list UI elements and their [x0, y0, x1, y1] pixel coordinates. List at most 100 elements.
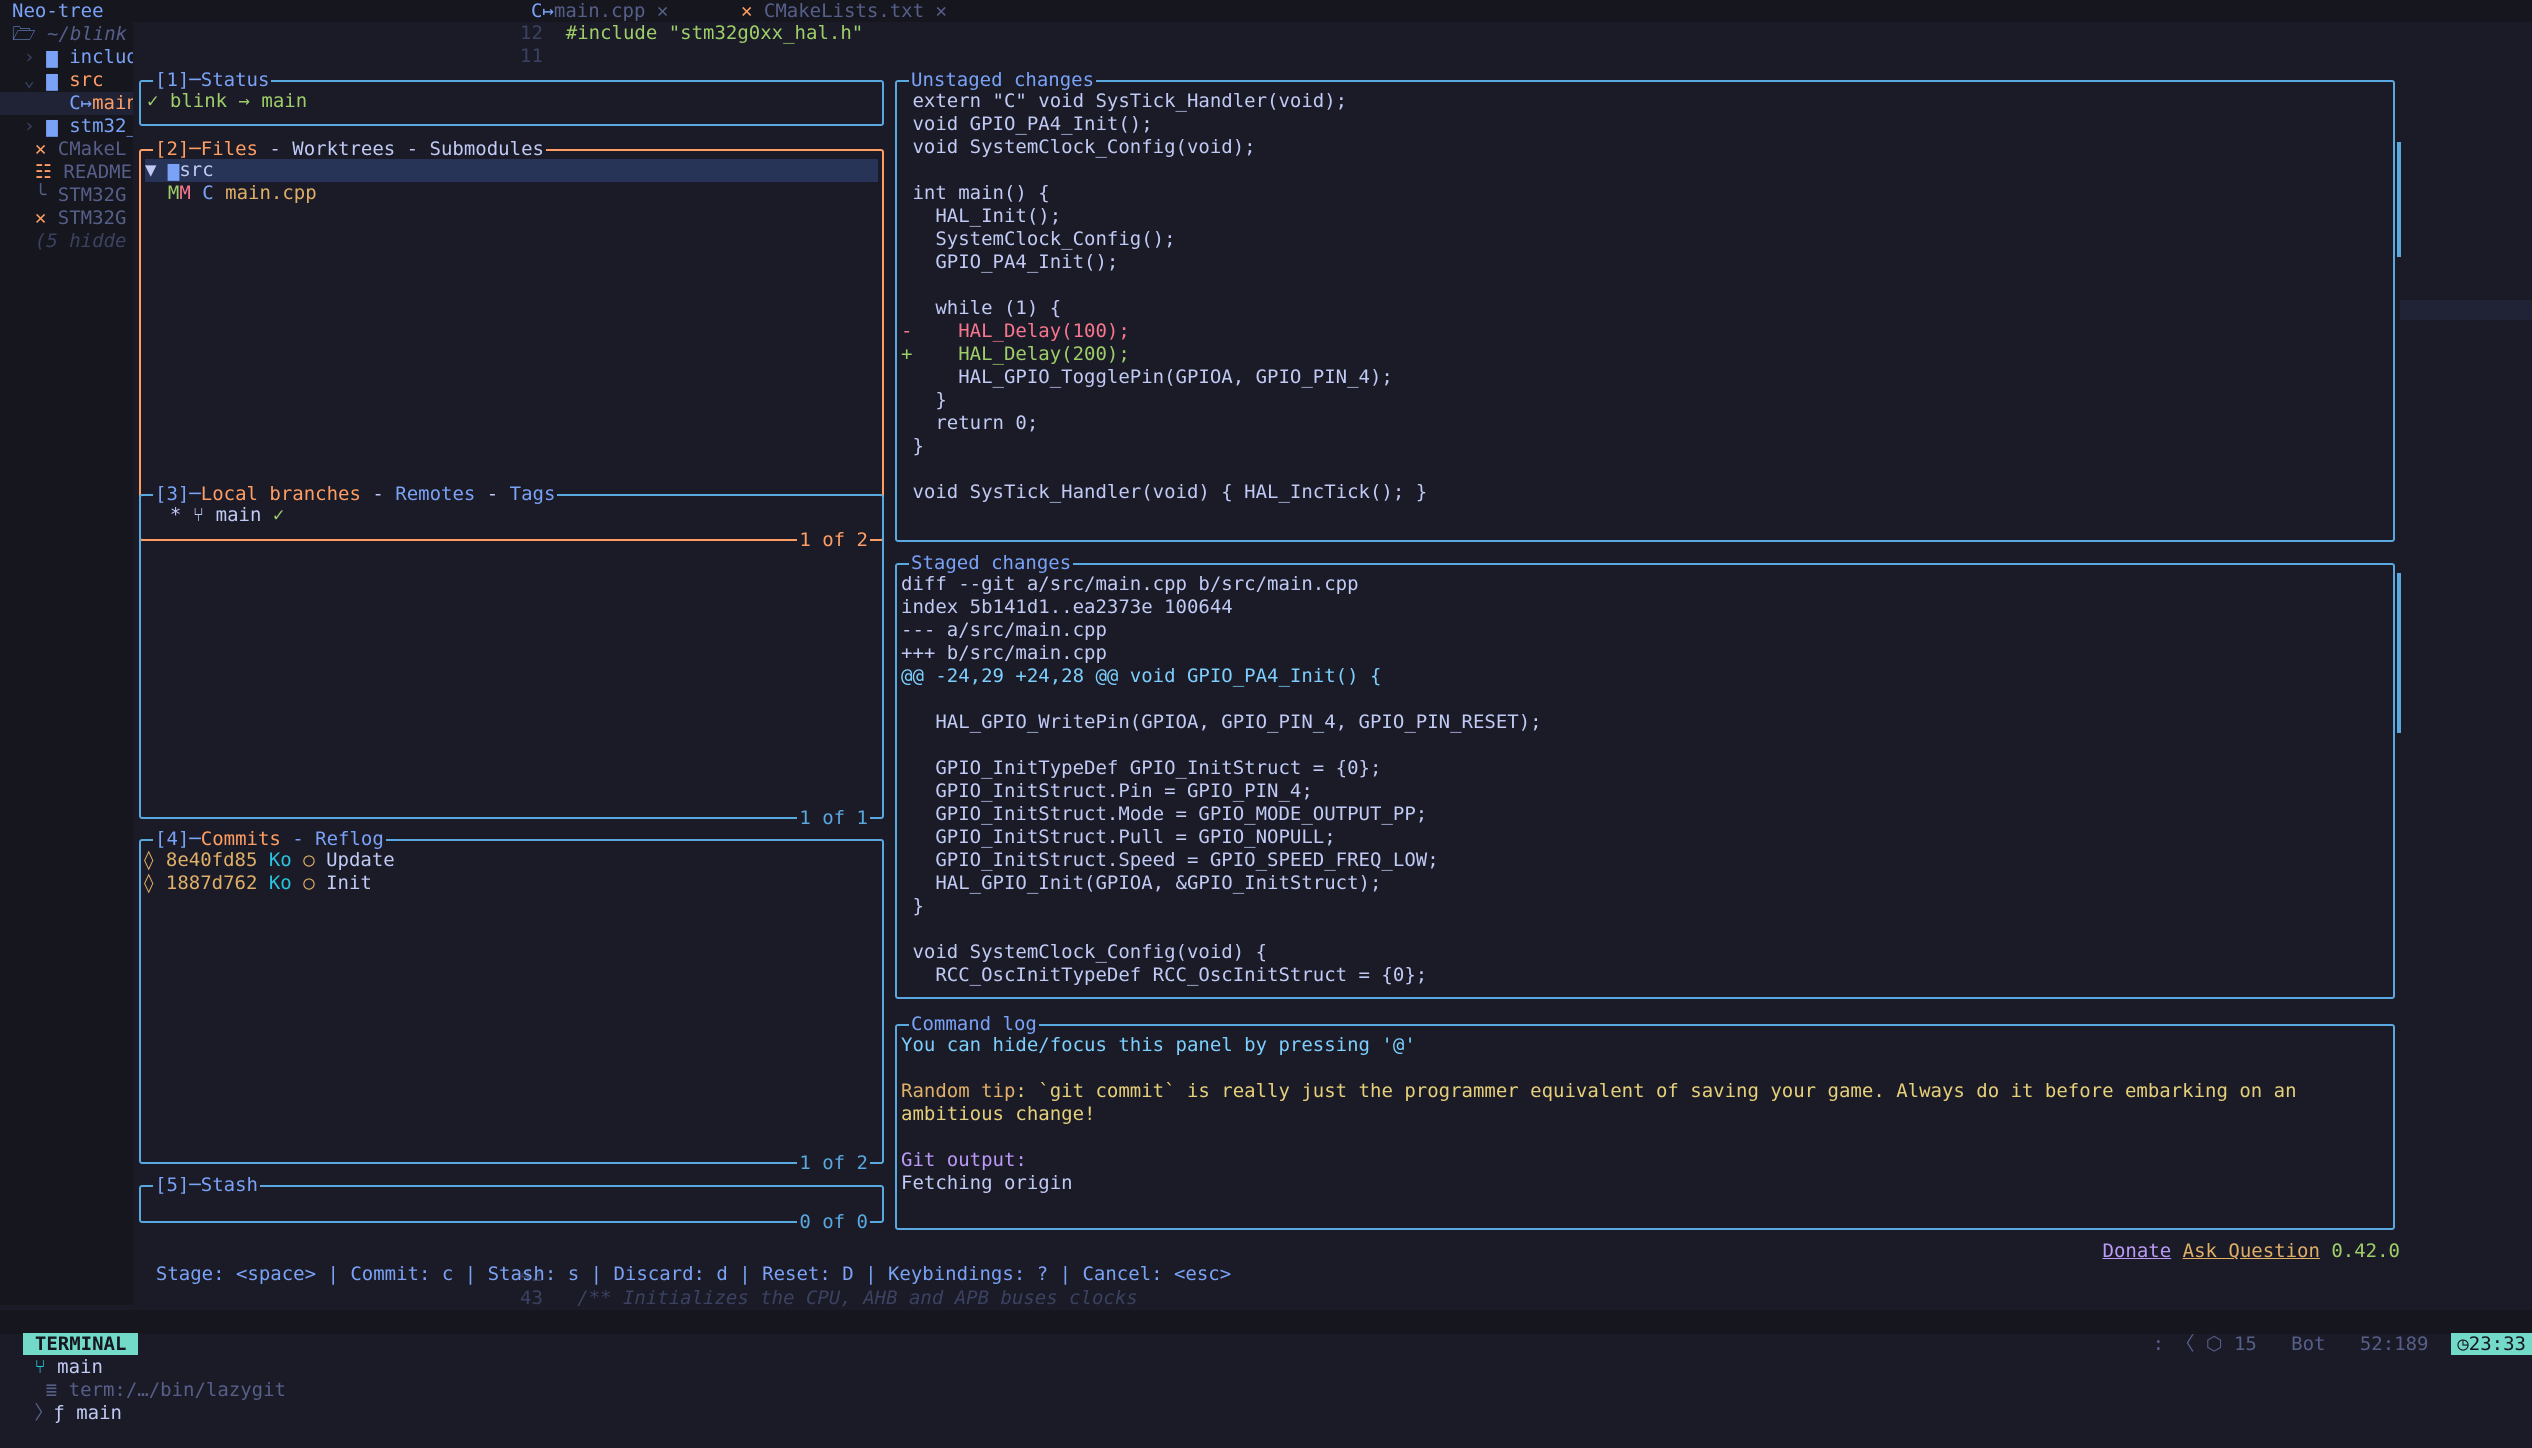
diff-line: int main() {	[901, 182, 1050, 204]
tab-main-cpp[interactable]: C↦main.cpp ✕	[523, 0, 676, 22]
function-icon: ƒ	[53, 1402, 77, 1424]
diff-line: --- a/src/main.cpp	[901, 619, 1107, 641]
status-panel[interactable]: [1]─Status ✓ blink → main	[139, 69, 884, 126]
commit-graph-icon: ◊	[143, 849, 166, 871]
command-log-panel[interactable]: Command log You can hide/focus this pane…	[895, 1013, 2395, 1230]
staged-changes-panel[interactable]: Staged changes diff --git a/src/main.cpp…	[895, 552, 2401, 999]
clock: ◷23:33	[2451, 1333, 2532, 1355]
file-icon: ╰	[34, 184, 58, 206]
sidebar-item-stm32[interactable]: › ▆ stm32_	[0, 115, 133, 138]
sidebar-item-include[interactable]: › ▆ include	[0, 46, 133, 69]
package-icon: ⬡	[2205, 1333, 2234, 1355]
sidebar-item-stm32g-2[interactable]: ✕ STM32G	[0, 207, 133, 230]
commit-row[interactable]: ◊ 1887d762 Ko ○ Init	[143, 872, 876, 895]
cpp-icon: C↦	[531, 0, 554, 22]
diff-line: GPIO_PA4_Init();	[901, 251, 1119, 273]
unstaged-diff: extern "C" void SysTick_Handler(void); v…	[901, 90, 2387, 534]
position-word: Bot	[2291, 1333, 2326, 1355]
diff-line: void GPIO_PA4_Init();	[901, 113, 1153, 135]
commits-panel-footer: 1 of 2	[797, 1152, 870, 1175]
branches-panel[interactable]: [3]─Local branches - Remotes - Tags * ⑂ …	[139, 483, 884, 830]
diff-line: - HAL_Delay(100);	[901, 320, 1130, 342]
commit-graph-icon: ◊	[143, 872, 166, 894]
donate-link[interactable]: Donate	[2103, 1240, 2172, 1262]
editor-tabbar: C↦main.cpp ✕ ✕ CMakeLists.txt ✕	[133, 0, 2532, 22]
cpp-file-icon: C↦	[69, 92, 93, 114]
cmake-icon: ✕	[741, 0, 764, 22]
diff-line: RCC_OscInitTypeDef RCC_OscInitStruct = {…	[901, 964, 1428, 986]
diff-line: +++ b/src/main.cpp	[901, 642, 1107, 664]
cpp-icon: C	[202, 182, 226, 204]
file-tree-row-main-cpp[interactable]: MM C main.cpp	[145, 182, 878, 205]
diff-line: void SysTick_Handler(void) { HAL_IncTick…	[901, 481, 1428, 503]
editor-line: 12 #include "stm32g0xx_hal.h"	[520, 22, 864, 44]
unstaged-panel-title: Unstaged changes	[909, 69, 1097, 92]
sidebar-item-cmakelists[interactable]: ✕ CMakeL	[0, 138, 133, 161]
ask-question-link[interactable]: Ask Question	[2183, 1240, 2320, 1262]
close-icon[interactable]: ✕	[657, 0, 668, 22]
folder-icon: ▆	[167, 159, 180, 181]
diff-line: HAL_GPIO_TogglePin(GPIOA, GPIO_PIN_4);	[901, 366, 1393, 388]
tab-cmakelists[interactable]: ✕ CMakeLists.txt ✕	[733, 0, 955, 22]
diff-line: diff --git a/src/main.cpp b/src/main.cpp	[901, 573, 1359, 595]
branches-panel-title: [3]─Local branches - Remotes - Tags	[153, 483, 558, 506]
folder-icon: ▆	[46, 46, 70, 68]
commit-row[interactable]: ◊ 8e40fd85 Ko ○ Update	[143, 849, 876, 872]
diagnostic-count: 15	[2233, 1333, 2257, 1355]
lazygit-window: [1]─Status ✓ blink → main [2]─Files - Wo…	[133, 68, 2401, 1270]
current-function: main	[76, 1402, 122, 1424]
diff-line: HAL_Init();	[901, 205, 1062, 227]
diff-line: SystemClock_Config();	[901, 228, 1176, 250]
file-tree-row-src[interactable]: ▼ ▆src	[145, 159, 878, 182]
sidebar-item-main[interactable]: C↦main	[0, 92, 133, 115]
editor-line: 11	[520, 45, 543, 67]
status-panel-title: [1]─Status	[153, 69, 272, 92]
status-content: ✓ blink → main	[147, 90, 308, 112]
current-file: term:/…/bin/lazygit	[68, 1379, 286, 1401]
folder-open-icon: 🗁	[12, 23, 47, 45]
diff-line: HAL_GPIO_WritePin(GPIOA, GPIO_PIN_4, GPI…	[901, 711, 1542, 733]
commits-panel-title: [4]─Commits - Reflog	[153, 828, 386, 851]
editor-cursorline	[2400, 300, 2532, 320]
commits-panel[interactable]: [4]─Commits - Reflog ◊ 8e40fd85 Ko ○ Upd…	[139, 828, 884, 1175]
branch-row-main[interactable]: * ⑂ main ✓	[147, 504, 876, 527]
close-icon[interactable]: ✕	[936, 0, 947, 22]
random-tip: Random tip: `git commit` is really just …	[901, 1080, 2297, 1102]
diff-line	[901, 688, 2387, 711]
cursor-position: 52:189	[2359, 1333, 2429, 1355]
cmake-icon: ✕	[34, 138, 58, 160]
diff-line	[901, 274, 2387, 297]
command-log-title: Command log	[909, 1013, 1039, 1036]
random-tip-cont: ambitious change!	[901, 1103, 1096, 1125]
markdown-icon: ☷	[34, 161, 64, 183]
diff-line: }	[901, 895, 924, 917]
diff-line: while (1) {	[901, 297, 1062, 319]
diff-line: extern "C" void SysTick_Handler(void);	[901, 90, 1348, 112]
sidebar-root[interactable]: 🗁 ~/blink	[0, 23, 133, 46]
staged-scrollbar[interactable]	[2397, 573, 2401, 733]
branch-icon: ⑂	[22, 1356, 58, 1378]
git-output-label: Git output:	[901, 1149, 1027, 1171]
diff-line: GPIO_InitStruct.Mode = GPIO_MODE_OUTPUT_…	[901, 803, 1428, 825]
diff-line: HAL_GPIO_Init(GPIOA, &GPIO_InitStruct);	[901, 872, 1382, 894]
cmake-icon: ✕	[34, 207, 58, 229]
sidebar-item-src[interactable]: ⌄ ▆ src	[0, 69, 133, 92]
unstaged-scrollbar[interactable]	[2397, 142, 2401, 257]
branch-icon: ⑂	[192, 504, 205, 526]
diff-line: GPIO_InitStruct.Pull = GPIO_NOPULL;	[901, 826, 1336, 848]
keybindings-text: Stage: <space> | Commit: c | Stash: s | …	[155, 1263, 1232, 1285]
stash-panel[interactable]: [5]─Stash 0 of 0	[139, 1174, 884, 1234]
diff-line	[901, 458, 2387, 481]
commit-node-icon: ○	[303, 849, 315, 871]
sidebar-item-readme[interactable]: ☷ README	[0, 161, 133, 184]
branches-panel-footer: 1 of 1	[797, 807, 870, 830]
unstaged-changes-panel[interactable]: Unstaged changes extern "C" void SysTick…	[895, 69, 2401, 542]
version-label: 0.42.0	[2331, 1240, 2400, 1262]
sidebar-hidden-count: (5 hidde	[34, 230, 127, 252]
stash-panel-footer: 0 of 0	[797, 1211, 870, 1234]
neo-tree-sidebar: Neo-tree 🗁 ~/blink › ▆ include ⌄ ▆ src C…	[0, 0, 133, 1305]
diff-line: + HAL_Delay(200);	[901, 343, 1130, 365]
sidebar-item-stm32g-1[interactable]: ╰ STM32G	[0, 184, 133, 207]
diff-line	[901, 918, 2387, 941]
files-panel-title: [2]─Files - Worktrees - Submodules	[153, 138, 546, 161]
